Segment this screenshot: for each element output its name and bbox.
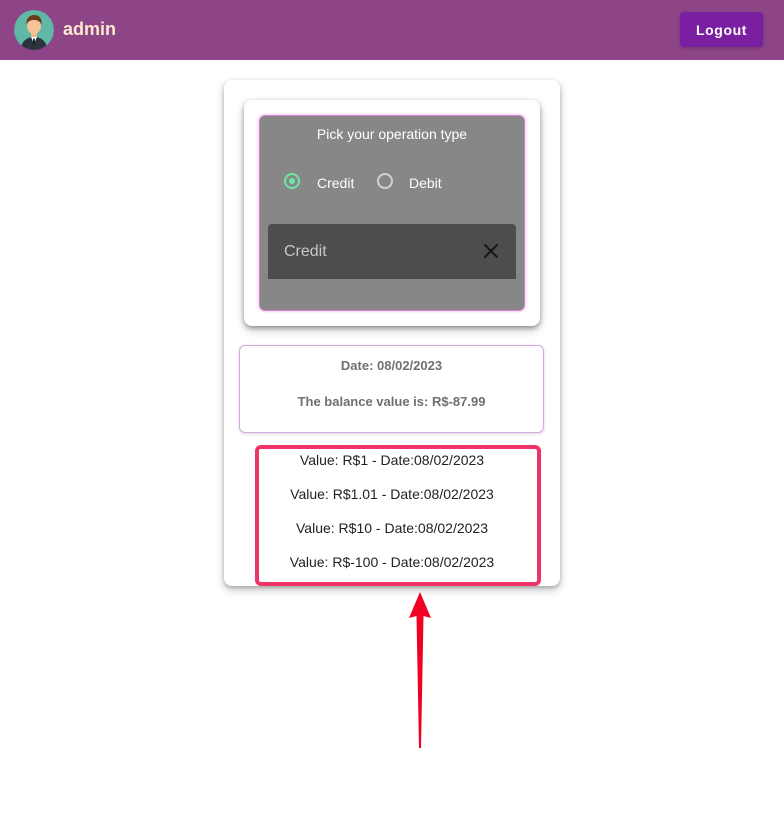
close-icon[interactable] xyxy=(482,242,500,260)
balance-card: Date: 08/02/2023 The balance value is: R… xyxy=(239,345,544,433)
person-avatar-icon[interactable] xyxy=(14,10,54,50)
balance-value: The balance value is: R$-87.99 xyxy=(297,394,486,409)
highlight-box-annotation xyxy=(255,445,541,586)
balance-date: Date: 08/02/2023 xyxy=(340,358,443,373)
operation-select[interactable]: Credit xyxy=(268,224,516,279)
radio-credit[interactable] xyxy=(284,173,300,189)
logout-button[interactable]: Logout xyxy=(680,12,763,47)
operation-panel xyxy=(259,115,525,311)
radio-debit[interactable] xyxy=(377,173,393,189)
radio-credit-label[interactable]: Credit xyxy=(317,174,354,192)
operation-title: Pick your operation type xyxy=(316,126,468,142)
operation-select-value: Credit xyxy=(284,243,327,260)
top-app-bar: admin Logout xyxy=(0,0,784,60)
red-arrow-annotation xyxy=(400,585,440,755)
username-label: admin xyxy=(63,19,117,39)
radio-debit-label[interactable]: Debit xyxy=(409,174,442,192)
